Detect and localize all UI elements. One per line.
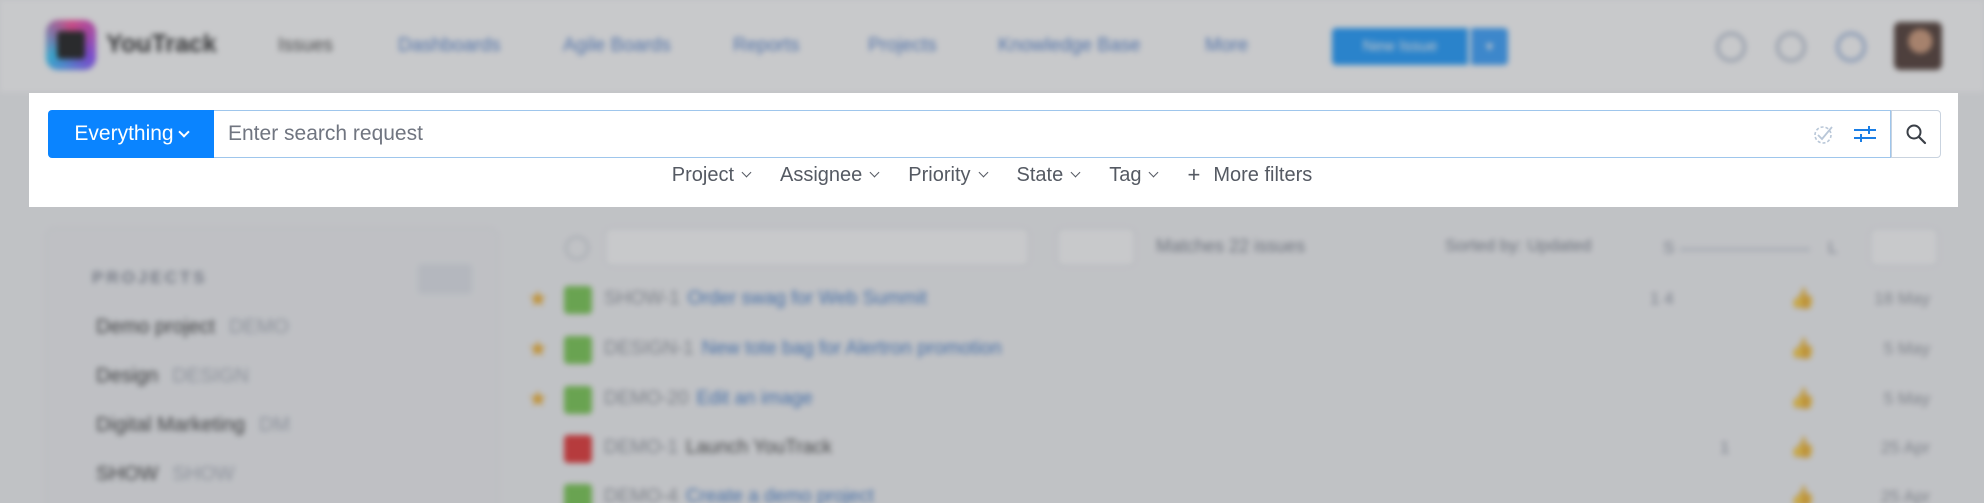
chevron-down-icon [978, 167, 988, 178]
filter-priority[interactable]: Priority [908, 164, 988, 187]
chevron-down-icon [1070, 167, 1081, 178]
plus-icon: + [1187, 162, 1201, 187]
search-scope-label: Everything [74, 122, 174, 145]
filter-state[interactable]: State [1017, 164, 1081, 187]
search-button[interactable] [1891, 110, 1941, 158]
filter-assignee[interactable]: Assignee [780, 164, 880, 187]
chevron-down-icon [177, 125, 190, 138]
modal-overlay[interactable] [0, 0, 1984, 503]
search-input[interactable] [214, 110, 1891, 158]
search-scope-dropdown[interactable]: Everything [48, 110, 214, 158]
filter-tag[interactable]: Tag [1109, 164, 1159, 187]
chevron-down-icon [869, 167, 880, 178]
quick-filters-bar: Project Assignee Priority State Tag + Mor… [0, 160, 1984, 190]
chevron-down-icon [741, 167, 752, 178]
search-icon [1906, 124, 1927, 145]
chevron-down-icon [1149, 167, 1159, 178]
filter-settings-icon[interactable] [1852, 122, 1878, 146]
more-filters-button[interactable]: + More filters [1187, 162, 1312, 188]
filter-project[interactable]: Project [672, 164, 752, 187]
query-check-icon[interactable] [1812, 122, 1836, 146]
